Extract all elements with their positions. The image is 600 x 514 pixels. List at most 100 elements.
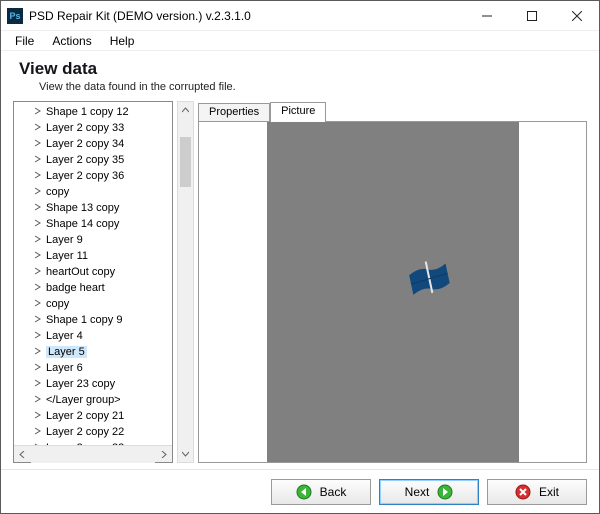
menu-file[interactable]: File	[7, 32, 42, 50]
tree-item-label: Layer 6	[46, 362, 83, 374]
tab-strip: Properties Picture	[198, 101, 587, 121]
tree-item-label: Layer 4	[46, 330, 83, 342]
back-button[interactable]: Back	[271, 479, 371, 505]
exit-button[interactable]: Exit	[487, 479, 587, 505]
expand-icon[interactable]	[34, 315, 42, 323]
expand-icon[interactable]	[34, 203, 42, 211]
next-button[interactable]: Next	[379, 479, 479, 505]
tree-item-label: Shape 1 copy 9	[46, 314, 122, 326]
tree-item-label: Layer 23 copy	[46, 378, 115, 390]
tree-item[interactable]: Layer 2 copy 33	[14, 120, 172, 136]
close-button[interactable]	[554, 1, 599, 30]
minimize-icon	[482, 11, 492, 21]
expand-icon[interactable]	[34, 107, 42, 115]
chevron-right-icon	[160, 451, 167, 458]
tree-item-label: badge heart	[46, 282, 105, 294]
tree-item[interactable]: Layer 2 copy 34	[14, 136, 172, 152]
layer-tree[interactable]: Shape 1 copy 12 Layer 2 copy 33 Layer 2 co…	[14, 102, 172, 445]
menu-bar: File Actions Help	[1, 31, 599, 51]
expand-icon[interactable]	[34, 379, 42, 387]
tree-item[interactable]: Layer 11	[14, 248, 172, 264]
tree-item-label: copy	[46, 298, 69, 310]
scroll-up-button[interactable]	[178, 102, 193, 119]
layer-preview	[267, 122, 519, 462]
expand-icon[interactable]	[34, 283, 42, 291]
tree-item[interactable]: Layer 2 copy 22	[14, 424, 172, 440]
tree-item[interactable]: Shape 1 copy 9	[14, 312, 172, 328]
tree-item[interactable]: Layer 2 copy 36	[14, 168, 172, 184]
tree-item-label: Layer 2 copy 21	[46, 410, 124, 422]
menu-actions[interactable]: Actions	[44, 32, 99, 50]
title-bar: Ps PSD Repair Kit (DEMO version.) v.2.3.…	[1, 1, 599, 31]
expand-icon[interactable]	[34, 251, 42, 259]
expand-icon[interactable]	[34, 187, 42, 195]
tab-properties[interactable]: Properties	[198, 103, 270, 121]
tree-item-label: Layer 2 copy 34	[46, 138, 124, 150]
expand-icon[interactable]	[34, 411, 42, 419]
next-arrow-icon	[437, 484, 453, 500]
expand-icon[interactable]	[34, 267, 42, 275]
tab-content-picture	[198, 121, 587, 463]
tree-item-label: Layer 5	[46, 346, 87, 358]
expand-icon[interactable]	[34, 171, 42, 179]
tree-item-label: Shape 14 copy	[46, 218, 119, 230]
scroll-track[interactable]	[31, 446, 155, 463]
expand-icon[interactable]	[34, 363, 42, 371]
tree-vertical-scrollbar[interactable]	[177, 101, 194, 463]
tree-item[interactable]: Layer 5	[14, 344, 172, 360]
scroll-left-button[interactable]	[14, 446, 31, 463]
expand-icon[interactable]	[34, 443, 42, 445]
tree-item[interactable]: Layer 23 copy	[14, 376, 172, 392]
expand-icon[interactable]	[34, 347, 42, 355]
menu-help[interactable]: Help	[102, 32, 143, 50]
page-heading: View data View the data found in the cor…	[1, 51, 599, 97]
tree-item[interactable]: Layer 2 copy 35	[14, 152, 172, 168]
tree-item[interactable]: copy	[14, 184, 172, 200]
expand-icon[interactable]	[34, 427, 42, 435]
scroll-track-vertical[interactable]	[178, 119, 193, 445]
tree-item-label: Shape 1 copy 12	[46, 106, 129, 118]
chevron-down-icon	[182, 450, 189, 457]
chevron-up-icon	[182, 107, 189, 114]
tree-item[interactable]: heartOut copy	[14, 264, 172, 280]
tree-item-label: Layer 2 copy 22	[46, 426, 124, 438]
tree-item[interactable]: badge heart	[14, 280, 172, 296]
expand-icon[interactable]	[34, 155, 42, 163]
expand-icon[interactable]	[34, 139, 42, 147]
minimize-button[interactable]	[464, 1, 509, 30]
tree-item[interactable]: Layer 6	[14, 360, 172, 376]
expand-icon[interactable]	[34, 235, 42, 243]
wizard-button-bar: Back Next Exit	[1, 469, 599, 513]
maximize-icon	[527, 11, 537, 21]
app-icon: Ps	[7, 8, 23, 24]
page-title: View data	[19, 59, 581, 79]
exit-button-label: Exit	[539, 485, 559, 499]
tree-item[interactable]: Shape 14 copy	[14, 216, 172, 232]
tree-item-label: Layer 2 copy 36	[46, 170, 124, 182]
tree-item[interactable]: Shape 13 copy	[14, 200, 172, 216]
expand-icon[interactable]	[34, 123, 42, 131]
scroll-down-button[interactable]	[178, 445, 193, 462]
next-button-label: Next	[405, 485, 430, 499]
tree-item[interactable]: </Layer group>	[14, 392, 172, 408]
expand-icon[interactable]	[34, 219, 42, 227]
exit-icon	[515, 484, 531, 500]
scroll-thumb[interactable]	[180, 137, 191, 187]
tree-item-label: Shape 13 copy	[46, 202, 119, 214]
tree-item[interactable]: Layer 4	[14, 328, 172, 344]
tree-item[interactable]: Shape 1 copy 12	[14, 104, 172, 120]
expand-icon[interactable]	[34, 395, 42, 403]
scroll-right-button[interactable]	[155, 446, 172, 463]
tree-item[interactable]: Layer 9	[14, 232, 172, 248]
tree-item[interactable]: copy	[14, 296, 172, 312]
tree-item-label: copy	[46, 186, 69, 198]
tree-item[interactable]: Layer 2 copy 21	[14, 408, 172, 424]
preview-panel: Properties Picture	[198, 101, 587, 463]
tab-picture[interactable]: Picture	[270, 102, 326, 122]
expand-icon[interactable]	[34, 331, 42, 339]
window-title: PSD Repair Kit (DEMO version.) v.2.3.1.0	[29, 9, 464, 23]
tree-horizontal-scrollbar[interactable]	[14, 445, 172, 462]
expand-icon[interactable]	[34, 299, 42, 307]
tree-item[interactable]: Layer 2 copy 23	[14, 440, 172, 445]
maximize-button[interactable]	[509, 1, 554, 30]
